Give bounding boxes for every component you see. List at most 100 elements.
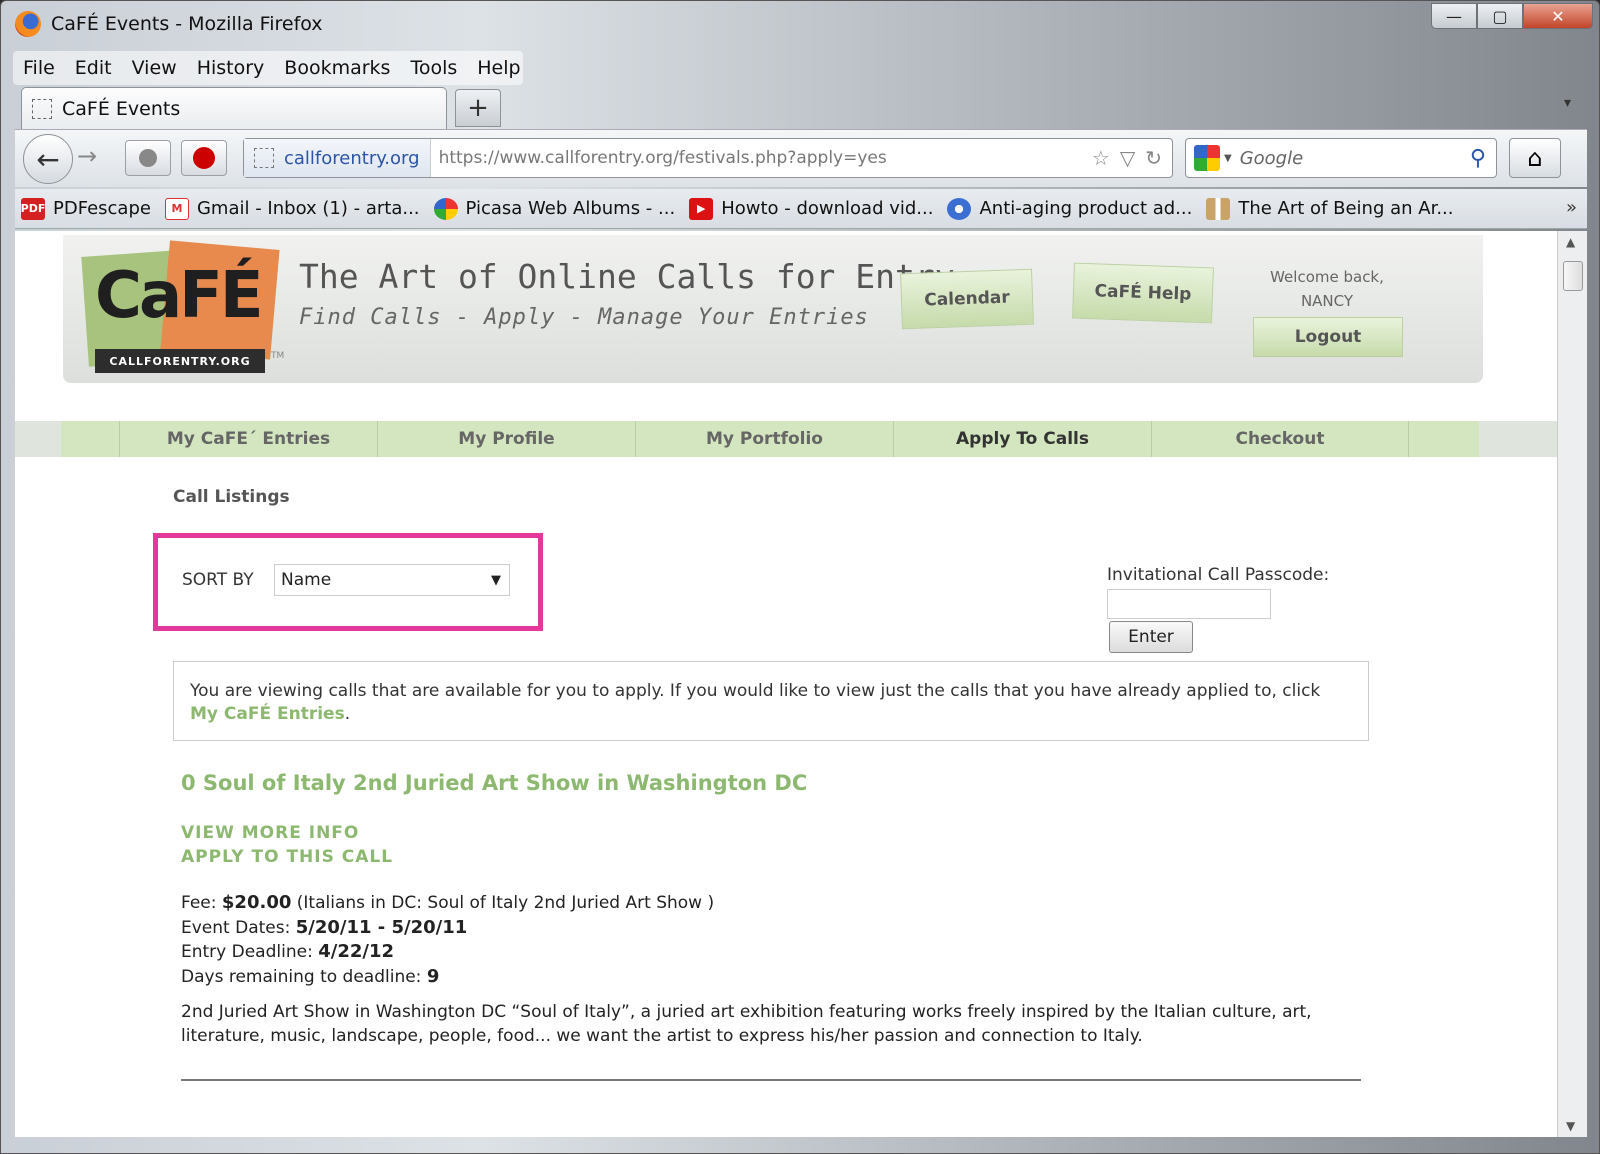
tab-cafe-events[interactable]: CaFÉ Events xyxy=(21,87,447,129)
search-icon[interactable]: ⚲ xyxy=(1470,146,1486,171)
page-icon xyxy=(32,98,52,119)
menu-edit[interactable]: Edit xyxy=(75,57,112,79)
new-tab-button[interactable]: + xyxy=(455,89,501,127)
close-button[interactable]: ✕ xyxy=(1523,3,1593,29)
site-icon xyxy=(254,148,274,168)
enter-button[interactable]: Enter xyxy=(1109,621,1193,653)
tab-list-icon[interactable]: ▾ xyxy=(1564,95,1571,111)
sort-label: SORT BY xyxy=(182,570,254,590)
forward-button[interactable]: → xyxy=(77,142,97,170)
bookmarks-toolbar: PDF PDFescape M Gmail - Inbox (1) - arta… xyxy=(15,189,1587,229)
reload-icon[interactable]: ↻ xyxy=(1145,146,1162,170)
tab-strip: CaFÉ Events + ▾ xyxy=(21,87,1581,129)
bookmark-picasa[interactable]: Picasa Web Albums - ... xyxy=(433,197,676,220)
deadline-value: 4/22/12 xyxy=(318,941,394,962)
scroll-down-icon[interactable]: ▼ xyxy=(1566,1119,1575,1133)
event-dates-row: Event Dates: 5/20/11 - 5/20/11 xyxy=(181,916,468,938)
maximize-button[interactable]: ▢ xyxy=(1477,3,1523,29)
window-title: CaFÉ Events - Mozilla Firefox xyxy=(51,13,323,35)
firefox-icon xyxy=(15,11,41,37)
chevron-down-icon: ▼ xyxy=(491,573,501,588)
bookmark-star-icon[interactable]: ☆ xyxy=(1092,146,1110,170)
bookmark-art-of-being[interactable]: The Art of Being an Ar... xyxy=(1206,197,1454,220)
trademark-label: TM xyxy=(271,351,285,361)
call-details: Fee: $20.00 (Italians in DC: Soul of Ita… xyxy=(181,891,714,989)
sort-select[interactable]: Name ▼ xyxy=(274,564,510,596)
my-entries-link[interactable]: My CaFÉ Entries xyxy=(190,704,345,724)
cafe-help-button[interactable]: CaFÉ Help xyxy=(1072,262,1214,324)
menu-file[interactable]: File xyxy=(23,57,55,79)
record-button[interactable] xyxy=(181,140,227,176)
nav-my-portfolio[interactable]: My Portfolio xyxy=(635,421,893,457)
site-identity-button[interactable]: callforentry.org xyxy=(244,139,431,177)
book-icon xyxy=(1206,197,1231,220)
nav-checkout[interactable]: Checkout xyxy=(1151,421,1409,457)
menu-history[interactable]: History xyxy=(197,57,265,79)
nav-apply-to-calls[interactable]: Apply To Calls xyxy=(893,421,1151,457)
gmail-icon: M xyxy=(164,197,189,220)
bookmark-label: Howto - download vid... xyxy=(721,198,934,219)
bookmark-howto[interactable]: ▶ Howto - download vid... xyxy=(689,197,934,220)
site-tagline: The Art of Online Calls for Entry xyxy=(299,257,955,296)
globe-icon xyxy=(947,197,972,220)
scroll-up-icon[interactable]: ▲ xyxy=(1566,235,1575,249)
days-remaining-value: 9 xyxy=(426,965,440,987)
home-button[interactable]: ⌂ xyxy=(1509,138,1561,178)
google-icon[interactable] xyxy=(1194,145,1220,171)
bookmark-label: Gmail - Inbox (1) - arta... xyxy=(196,198,420,219)
bookmark-label: Anti-aging product ad... xyxy=(979,198,1193,219)
logout-button[interactable]: Logout xyxy=(1253,317,1403,357)
menu-bookmarks[interactable]: Bookmarks xyxy=(284,57,390,79)
bookmarks-overflow-icon[interactable]: » xyxy=(1566,197,1577,218)
search-bar[interactable]: ▼ Google ⚲ xyxy=(1185,138,1497,178)
url-text[interactable]: https://www.callforentry.org/festivals.p… xyxy=(431,148,1092,168)
call-description: 2nd Juried Art Show in Washington DC “So… xyxy=(181,1002,1312,1046)
bookmark-pdfescape[interactable]: PDF PDFescape xyxy=(21,197,151,220)
youtube-icon: ▶ xyxy=(689,197,714,220)
sort-selected-value: Name xyxy=(281,570,332,590)
days-remaining-row: Days remaining to deadline: 9 xyxy=(181,965,440,987)
info-message: You are viewing calls that are available… xyxy=(173,661,1369,741)
fee-value: $20.00 xyxy=(221,892,292,913)
page-content: CaFÉ CALLFORENTRY.ORG TM The Art of Onli… xyxy=(15,231,1557,1137)
picasa-icon xyxy=(433,197,458,220)
title-bar: CaFÉ Events - Mozilla Firefox — ▢ ✕ xyxy=(1,1,1599,47)
scroll-thumb[interactable] xyxy=(1563,261,1583,291)
call-title[interactable]: 0 Soul of Italy 2nd Juried Art Show in W… xyxy=(181,771,807,795)
search-input[interactable]: Google xyxy=(1240,148,1470,169)
user-name: NANCY xyxy=(1300,292,1354,310)
nav-my-profile[interactable]: My Profile xyxy=(377,421,635,457)
view-more-info-link[interactable]: VIEW MORE INFO xyxy=(181,823,359,843)
bookmark-label: PDFescape xyxy=(53,198,151,219)
welcome-message: Welcome back, NANCY xyxy=(1243,265,1411,313)
minimize-button[interactable]: — xyxy=(1431,3,1477,29)
addon-button[interactable] xyxy=(125,140,171,176)
bookmark-label: The Art of Being an Ar... xyxy=(1238,198,1454,219)
menu-view[interactable]: View xyxy=(132,57,177,79)
menu-tools[interactable]: Tools xyxy=(410,57,457,79)
pdf-icon: PDF xyxy=(21,197,45,220)
event-dates-value: 5/20/11 - 5/20/11 xyxy=(295,916,468,938)
site-subtagline: Find Calls - Apply - Manage Your Entries xyxy=(299,305,869,330)
site-identity-label: callforentry.org xyxy=(284,147,420,169)
menu-help[interactable]: Help xyxy=(477,57,520,79)
record-icon xyxy=(193,147,215,169)
divider xyxy=(181,1079,1361,1081)
url-history-dropdown-icon[interactable]: ▽ xyxy=(1120,146,1135,170)
tab-label: CaFÉ Events xyxy=(62,97,181,120)
bookmark-gmail[interactable]: M Gmail - Inbox (1) - arta... xyxy=(164,197,420,220)
address-bar[interactable]: callforentry.org https://www.callforentr… xyxy=(243,138,1173,178)
bookmark-label: Picasa Web Albums - ... xyxy=(465,198,676,219)
bookmark-anti-aging[interactable]: Anti-aging product ad... xyxy=(947,197,1193,220)
section-title: Call Listings xyxy=(173,487,290,507)
calendar-button[interactable]: Calendar xyxy=(900,268,1034,330)
navigation-toolbar: ← → callforentry.org https://www.callfor… xyxy=(15,129,1587,187)
main-nav: My CaFE´ Entries My Profile My Portfolio… xyxy=(15,421,1557,457)
back-button[interactable]: ← xyxy=(23,134,73,184)
nav-my-entries[interactable]: My CaFE´ Entries xyxy=(119,421,377,457)
apply-to-call-link[interactable]: APPLY TO THIS CALL xyxy=(181,847,393,867)
passcode-input[interactable] xyxy=(1107,589,1271,619)
vertical-scrollbar[interactable]: ▲ ▼ xyxy=(1557,231,1587,1137)
search-engine-dropdown-icon[interactable]: ▼ xyxy=(1224,153,1232,164)
cafe-logo[interactable]: CaFÉ CALLFORENTRY.ORG xyxy=(81,240,281,373)
